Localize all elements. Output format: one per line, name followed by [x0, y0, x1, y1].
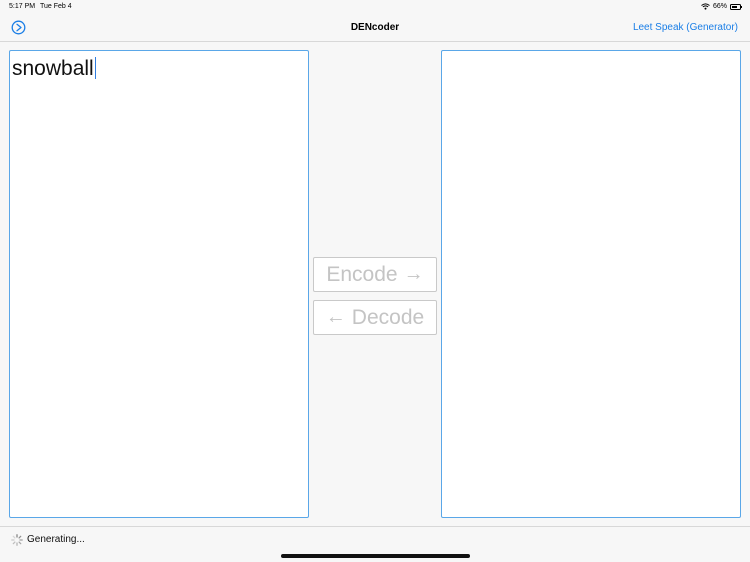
leet-speak-generator-button[interactable]: Leet Speak (Generator)	[633, 13, 738, 42]
decode-label: Decode	[351, 306, 425, 329]
status-date: Tue Feb 4	[40, 3, 72, 10]
wifi-icon	[701, 3, 710, 10]
encode-button[interactable]: Encode →	[313, 257, 437, 292]
navigation-bar: DENcoder Leet Speak (Generator)	[0, 13, 750, 42]
battery-fill	[732, 5, 737, 8]
bottom-toolbar: Generating...	[0, 526, 750, 562]
battery-icon	[730, 3, 742, 10]
output-text-area[interactable]	[441, 50, 741, 518]
battery-percent: 66%	[712, 3, 727, 10]
encode-label: Encode	[326, 263, 398, 286]
input-text-content: snowball	[12, 56, 96, 82]
spinner-icon	[11, 534, 23, 546]
arrow-right-icon: →	[403, 263, 424, 285]
generating-status: Generating...	[27, 534, 85, 545]
decode-button[interactable]: ← Decode	[313, 300, 437, 335]
arrow-left-icon: ←	[325, 306, 346, 328]
status-right: 66%	[701, 0, 742, 13]
input-text-area[interactable]: snowball	[9, 50, 309, 518]
home-indicator[interactable]	[281, 554, 470, 558]
text-cursor	[94, 57, 96, 79]
app-screen: 5:17 PM Tue Feb 4 66% DENcoder Leet Spea…	[0, 0, 750, 562]
status-time: 5:17 PM	[9, 3, 36, 10]
input-text: snowball	[12, 57, 94, 80]
status-bar: 5:17 PM Tue Feb 4 66%	[0, 0, 750, 13]
